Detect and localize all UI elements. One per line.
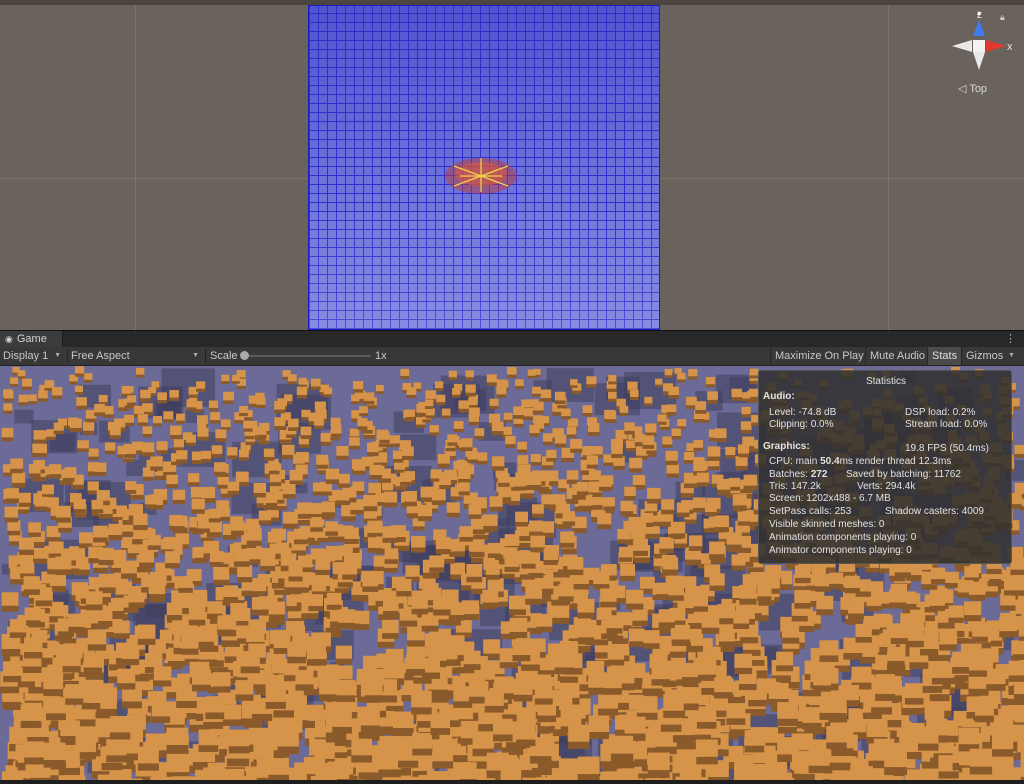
shadow-casters: Shadow casters: 4009 (885, 506, 984, 517)
bottom-edge (0, 780, 1024, 784)
game-tab-bar: ◉ Game ⋮ (0, 330, 1024, 347)
graphics-header: Graphics: (763, 441, 810, 452)
display-dropdown-label: Display 1 (3, 350, 49, 362)
statistics-title: Statistics (865, 376, 906, 387)
svg-text:Z: Z (977, 11, 982, 20)
game-toolbar: Display 1 ▼ Free Aspect ▼ Scale 1x Maxim… (0, 347, 1024, 366)
mute-audio-button[interactable]: Mute Audio (865, 347, 929, 365)
maximize-on-play-button[interactable]: Maximize On Play (770, 347, 868, 365)
gamepad-icon: ◉ (5, 333, 13, 344)
aspect-dropdown-label: Free Aspect (71, 350, 130, 362)
toolbar-divider (205, 349, 206, 363)
gizmo-center (973, 40, 985, 52)
screen-info: Screen: 1202x488 - 6.7 MB (769, 493, 891, 504)
batches-count: Batches: 272 (769, 469, 828, 480)
kebab-menu-icon[interactable]: ⋮ (1005, 332, 1016, 345)
scale-slider-handle[interactable] (240, 351, 249, 360)
animator-components: Animator components playing: 0 (769, 545, 912, 556)
x-axis-cone (986, 40, 1006, 52)
audio-header: Audio: (763, 391, 795, 402)
audio-clipping: Clipping: 0.0% (769, 419, 834, 430)
tab-game-label: Game (16, 333, 47, 345)
scene-grid-line (888, 5, 889, 330)
scale-value: 1x (375, 350, 387, 362)
saved-by-batching: Saved by batching: 11762 (846, 469, 961, 480)
chevron-down-icon[interactable]: ▼ (1008, 347, 1015, 365)
stats-button[interactable]: Stats (927, 347, 962, 365)
animation-components: Animation components playing: 0 (769, 532, 917, 543)
scene-orientation-gizmo[interactable]: Z X 🔒︎ ◁ Top (946, 10, 1013, 96)
setpass-calls: SetPass calls: 253 (769, 506, 852, 517)
selected-object-gizmo[interactable] (442, 152, 520, 200)
tris-count: Tris: 147.2k (769, 481, 821, 492)
chevron-down-icon: ▼ (192, 352, 199, 359)
fps-value: 19.8 FPS (50.4ms) (905, 443, 989, 454)
z-axis-cone (973, 20, 985, 36)
scene-view[interactable]: Z X 🔒︎ ◁ Top (0, 0, 1024, 330)
verts-count: Verts: 294.4k (857, 481, 916, 492)
svg-text:X: X (1007, 43, 1012, 52)
lock-icon[interactable]: 🔒︎ (1000, 12, 1005, 23)
audio-level: Level: -74.8 dB (769, 407, 837, 418)
scale-label: Scale (210, 350, 238, 362)
gizmos-button[interactable]: Gizmos (961, 347, 1007, 365)
aspect-dropdown[interactable]: Free Aspect ▼ (71, 347, 203, 365)
display-dropdown[interactable]: Display 1 ▼ (3, 347, 65, 365)
toolbar-divider (67, 349, 68, 363)
stream-load: Stream load: 0.0% (905, 419, 988, 430)
scene-grid-line (135, 5, 136, 330)
cpu-timing: CPU: main 50.4ms render thread 12.3ms (769, 456, 952, 467)
scale-slider-track[interactable] (243, 355, 371, 357)
tab-game[interactable]: ◉ Game (0, 331, 63, 347)
statistics-panel: Statistics Audio: Level: -74.8 dB DSP lo… (758, 370, 1012, 564)
chevron-down-icon: ▼ (54, 352, 61, 359)
view-projection-label[interactable]: ◁ Top (958, 82, 987, 95)
dsp-load: DSP load: 0.2% (905, 407, 976, 418)
skinned-meshes: Visible skinned meshes: 0 (769, 519, 885, 530)
